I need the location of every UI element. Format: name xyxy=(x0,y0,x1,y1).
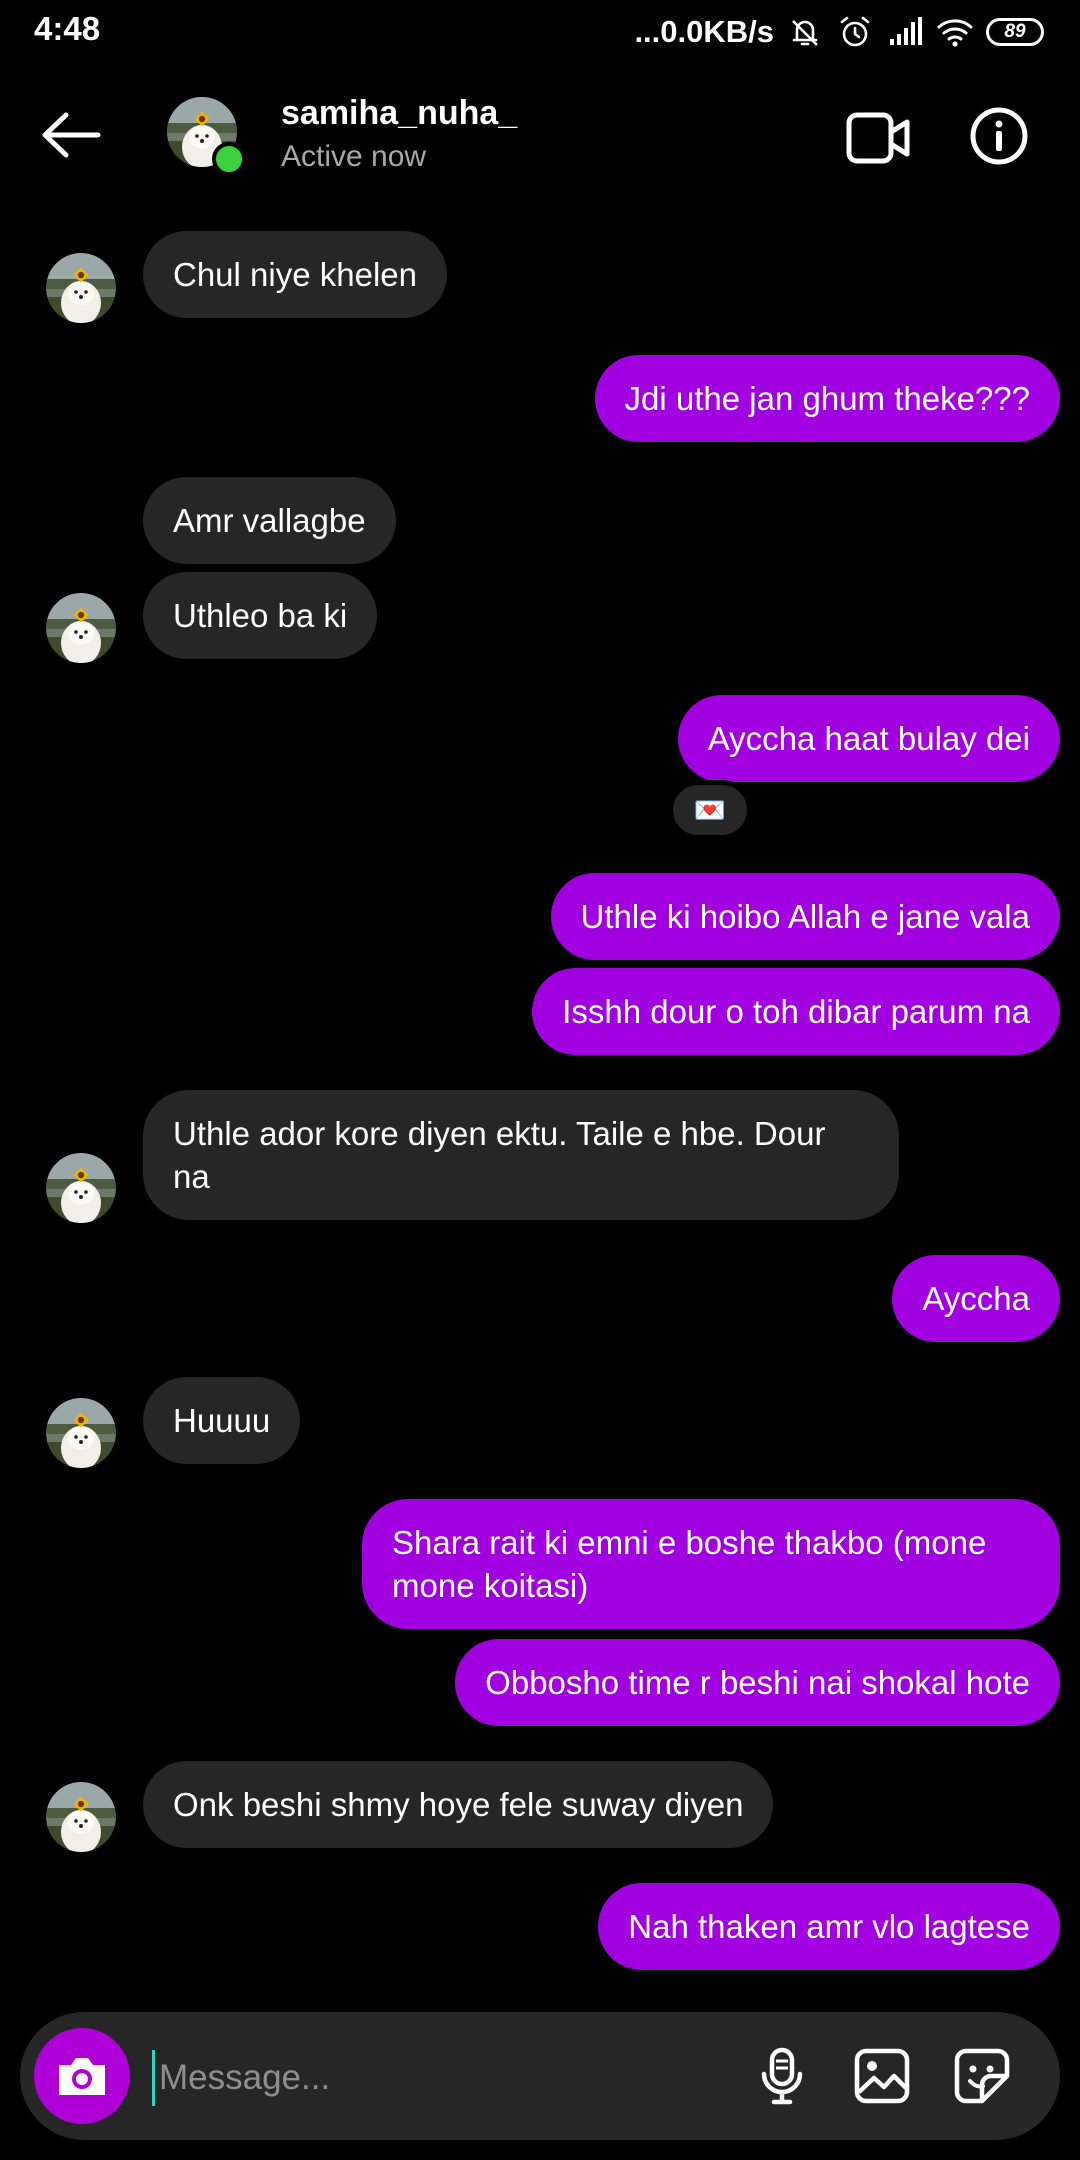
message-bubble-outgoing[interactable]: Shara rait ki emni e boshe thakbo (mone … xyxy=(362,1499,1060,1629)
message-input[interactable] xyxy=(152,2050,721,2106)
camera-icon xyxy=(59,2058,105,2095)
sender-avatar[interactable] xyxy=(46,593,116,663)
chat-header: samiha_nuha_ Active now xyxy=(0,80,1080,195)
network-speed: ...0.0KB/s xyxy=(634,14,774,49)
active-status: Active now xyxy=(281,140,427,173)
message-bubble-outgoing[interactable]: Ayccha xyxy=(892,1255,1060,1342)
message-bubble-outgoing[interactable]: Ayccha haat bulay dei xyxy=(677,695,1060,782)
back-arrow-icon[interactable] xyxy=(40,110,102,160)
message-reaction[interactable]: 💌 xyxy=(668,780,752,840)
status-bar: 4:48 ...0.0KB/s 89 xyxy=(0,0,1080,62)
alarm-icon xyxy=(840,16,870,47)
battery-level: 89 xyxy=(1004,21,1026,42)
wifi-icon xyxy=(937,19,973,47)
message-bubble-outgoing[interactable]: Uthle ki hoibo Allah e jane vala xyxy=(550,873,1060,960)
message-bubble-incoming[interactable]: Huuuu xyxy=(143,1377,301,1464)
message-bubble-incoming[interactable]: Uthleo ba ki xyxy=(143,572,378,659)
message-bubble-outgoing[interactable]: Jdi uthe jan ghum theke??? xyxy=(594,355,1060,442)
message-bubble-incoming[interactable]: Chul niye khelen xyxy=(143,231,447,318)
sender-avatar[interactable] xyxy=(46,1398,116,1468)
message-bubble-incoming[interactable]: Uthle ador kore diyen ektu. Taile e hbe.… xyxy=(143,1090,899,1220)
status-icons: ...0.0KB/s 89 xyxy=(634,12,1044,52)
gallery-icon[interactable] xyxy=(852,2046,912,2106)
message-bubble-incoming[interactable]: Onk beshi shmy hoye fele suway diyen xyxy=(143,1761,774,1848)
contact-username[interactable]: samiha_nuha_ xyxy=(281,94,517,133)
message-bubble-outgoing[interactable]: Isshh dour o toh dibar parum na xyxy=(532,968,1060,1055)
sender-avatar[interactable] xyxy=(46,1153,116,1223)
message-bubble-outgoing[interactable]: Obbosho time r beshi nai shokal hote xyxy=(455,1639,1060,1726)
microphone-icon[interactable] xyxy=(752,2046,812,2106)
message-bubble-incoming[interactable]: Amr vallagbe xyxy=(143,477,396,564)
online-indicator xyxy=(212,142,246,176)
sticker-icon[interactable] xyxy=(952,2046,1012,2106)
battery-icon: 89 xyxy=(986,18,1044,46)
message-bubble-outgoing[interactable]: Nah thaken amr vlo lagtese xyxy=(598,1883,1060,1970)
sender-avatar[interactable] xyxy=(46,1782,116,1852)
status-time: 4:48 xyxy=(34,10,101,47)
video-call-icon[interactable] xyxy=(845,110,911,166)
info-icon[interactable] xyxy=(969,106,1029,166)
camera-button[interactable] xyxy=(34,2028,130,2124)
signal-icon xyxy=(890,17,922,45)
sender-avatar[interactable] xyxy=(46,253,116,323)
reaction-emoji: 💌 xyxy=(693,794,727,825)
mute-bell-icon xyxy=(792,20,818,46)
message-composer xyxy=(20,2012,1060,2140)
